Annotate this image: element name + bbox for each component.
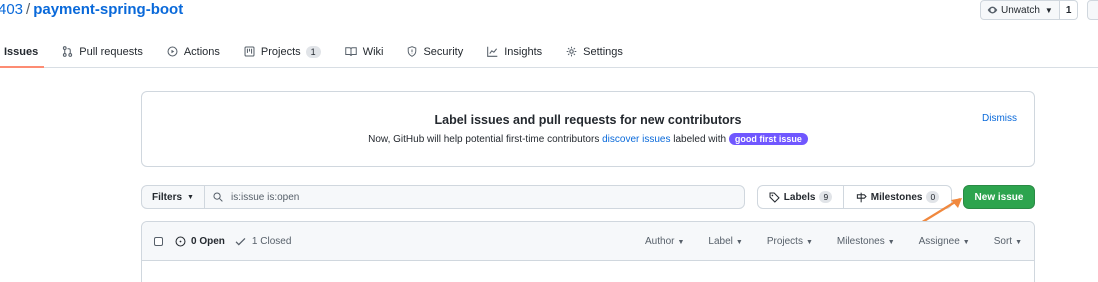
- dismiss-link[interactable]: Dismiss: [982, 113, 1017, 124]
- discover-issues-link[interactable]: discover issues: [602, 134, 670, 145]
- search-icon: [213, 192, 223, 202]
- menu-label: Projects: [766, 236, 803, 247]
- repo-separator: /: [26, 1, 31, 18]
- milestone-icon: [856, 192, 867, 202]
- banner-text-before: Now, GitHub will help potential first-ti…: [368, 134, 600, 145]
- chevron-down-icon: ▼: [735, 239, 743, 246]
- tab-pull-requests[interactable]: Pull requests: [50, 36, 155, 67]
- graph-icon: [487, 46, 498, 57]
- tab-projects[interactable]: Projects 1: [232, 36, 333, 67]
- filters-button[interactable]: Filters ▼: [141, 185, 205, 209]
- banner-text-after: labeled with: [673, 134, 727, 145]
- author-menu[interactable]: Author ▼: [645, 236, 684, 247]
- tab-security[interactable]: Security: [395, 36, 475, 67]
- issue-opened-icon: [175, 236, 186, 246]
- projects-menu[interactable]: Projects ▼: [767, 236, 813, 247]
- tab-insights[interactable]: Insights: [475, 36, 554, 67]
- watch-button-group: Unwatch ▼ 1: [980, 0, 1079, 20]
- eye-icon: [987, 6, 998, 14]
- repo-owner-link[interactable]: 403: [0, 1, 23, 18]
- play-icon: [167, 46, 178, 57]
- unwatch-button[interactable]: Unwatch ▼: [980, 0, 1060, 20]
- tab-issues[interactable]: Issues: [0, 36, 50, 68]
- menu-label: Sort: [993, 236, 1013, 247]
- tab-label: Issues: [4, 45, 39, 58]
- issues-search-box: [204, 185, 745, 209]
- tab-label: Actions: [183, 45, 220, 58]
- check-icon: [235, 237, 246, 245]
- closed-count-label: 1 Closed: [251, 235, 292, 247]
- project-icon: [244, 46, 255, 57]
- open-issues-filter[interactable]: 0 Open: [175, 236, 225, 247]
- chevron-down-icon: ▼: [187, 193, 194, 201]
- chevron-down-icon: ▼: [805, 239, 813, 246]
- chevron-down-icon: ▼: [1015, 239, 1022, 246]
- first-contributor-banner: Label issues and pull requests for new c…: [141, 91, 1035, 167]
- repo-nav-tabs: Issues Pull requests Actions Projects 1 …: [0, 36, 1098, 68]
- open-count-label: 0 Open: [191, 235, 225, 247]
- star-button[interactable]: [1087, 0, 1098, 20]
- good-first-issue-label[interactable]: good first issue: [728, 133, 808, 145]
- select-all-checkbox[interactable]: [154, 236, 163, 246]
- shield-icon: [408, 46, 417, 57]
- chevron-down-icon: ▼: [1044, 5, 1053, 15]
- chevron-down-icon: ▼: [677, 239, 685, 246]
- banner-text: Now, GitHub will help potential first-ti…: [142, 133, 1034, 145]
- watchers-count[interactable]: 1: [1059, 0, 1079, 20]
- closed-issues-filter[interactable]: 1 Closed: [235, 236, 291, 247]
- tab-label: Settings: [583, 45, 623, 58]
- milestones-menu[interactable]: Milestones ▼: [837, 236, 895, 247]
- tab-label: Wiki: [362, 45, 384, 58]
- chevron-down-icon: ▼: [887, 239, 895, 246]
- issue-filter-menus: Author ▼ Label ▼ Projects ▼ Milestones ▼ Ass…: [621, 222, 1022, 261]
- labels-button[interactable]: Labels 9: [757, 185, 844, 209]
- tab-settings[interactable]: Settings: [554, 36, 635, 67]
- tab-label: Security: [423, 45, 464, 58]
- label-menu[interactable]: Label ▼: [708, 236, 742, 247]
- repo-title: 403/payment-spring-boot: [0, 0, 183, 20]
- tab-label: Pull requests: [79, 45, 143, 58]
- new-issue-button[interactable]: New issue: [963, 185, 1035, 209]
- banner-title: Label issues and pull requests for new c…: [434, 113, 742, 127]
- search-input[interactable]: [231, 191, 711, 203]
- issues-list-header: 0 Open 1 Closed Author ▼ Label ▼ Projects ▼…: [142, 222, 1034, 261]
- assignee-menu[interactable]: Assignee ▼: [919, 236, 970, 247]
- issues-list: 0 Open 1 Closed Author ▼ Label ▼ Projects ▼…: [141, 221, 1035, 282]
- book-icon: [344, 47, 357, 57]
- menu-label: Assignee: [918, 236, 960, 247]
- tab-label: Insights: [504, 45, 543, 58]
- labels-count: 9: [819, 191, 833, 203]
- git-pull-request-icon: [63, 46, 73, 57]
- projects-counter: 1: [305, 45, 321, 58]
- tab-actions[interactable]: Actions: [155, 36, 232, 67]
- menu-label: Milestones: [836, 236, 885, 247]
- chevron-down-icon: ▼: [962, 239, 970, 246]
- menu-label: Label: [708, 236, 733, 247]
- repo-name-link[interactable]: payment-spring-boot: [33, 1, 183, 18]
- tab-label: Projects: [260, 45, 301, 58]
- filters-label: Filters: [152, 191, 183, 203]
- gear-icon: [566, 46, 577, 57]
- labels-label: Labels: [783, 191, 816, 203]
- unwatch-label: Unwatch: [1001, 4, 1040, 16]
- sort-menu[interactable]: Sort ▼: [994, 236, 1022, 247]
- tab-wiki[interactable]: Wiki: [333, 36, 396, 67]
- menu-label: Author: [645, 236, 675, 247]
- tag-icon: [769, 192, 780, 203]
